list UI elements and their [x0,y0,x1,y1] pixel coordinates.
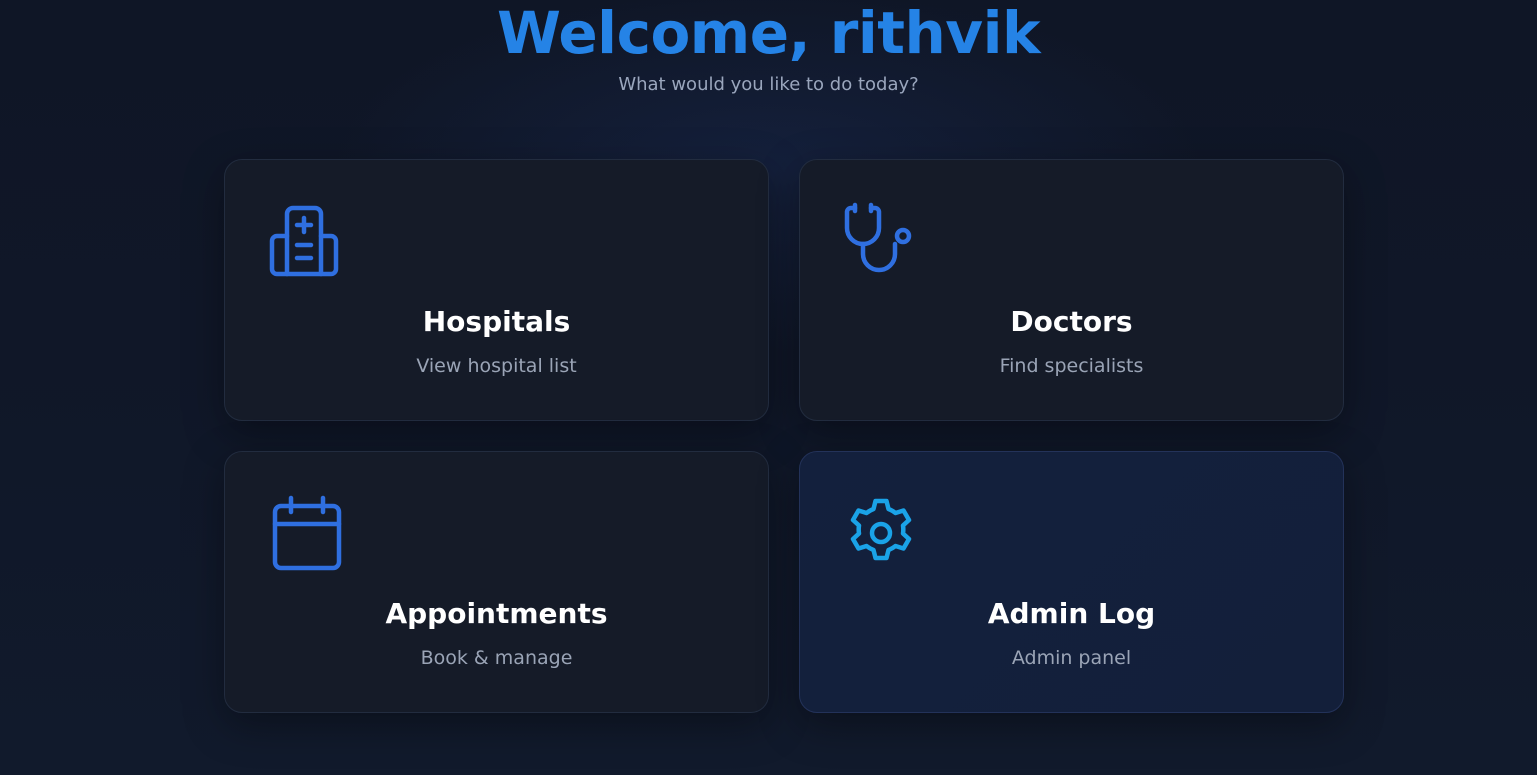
card-title: Appointments [385,597,608,630]
card-description: Find specialists [999,355,1144,377]
card-title: Doctors [1010,305,1133,338]
stethoscope-icon [842,202,920,280]
welcome-subtitle: What would you like to do today? [618,74,919,95]
welcome-title: Welcome, rithvik [496,0,1041,67]
card-description: Book & manage [420,647,573,669]
calendar-icon [267,494,345,572]
appointments-card[interactable]: Appointments Book & manage [224,451,769,713]
hospital-icon [267,202,345,280]
card-title: Hospitals [422,305,571,338]
admin-log-card[interactable]: Admin Log Admin panel [799,451,1344,713]
hospitals-card[interactable]: Hospitals View hospital list [224,159,769,421]
card-description: Admin panel [1011,647,1132,669]
gear-icon [842,494,920,572]
card-description: View hospital list [416,355,577,377]
card-title: Admin Log [987,597,1156,630]
doctors-card[interactable]: Doctors Find specialists [799,159,1344,421]
